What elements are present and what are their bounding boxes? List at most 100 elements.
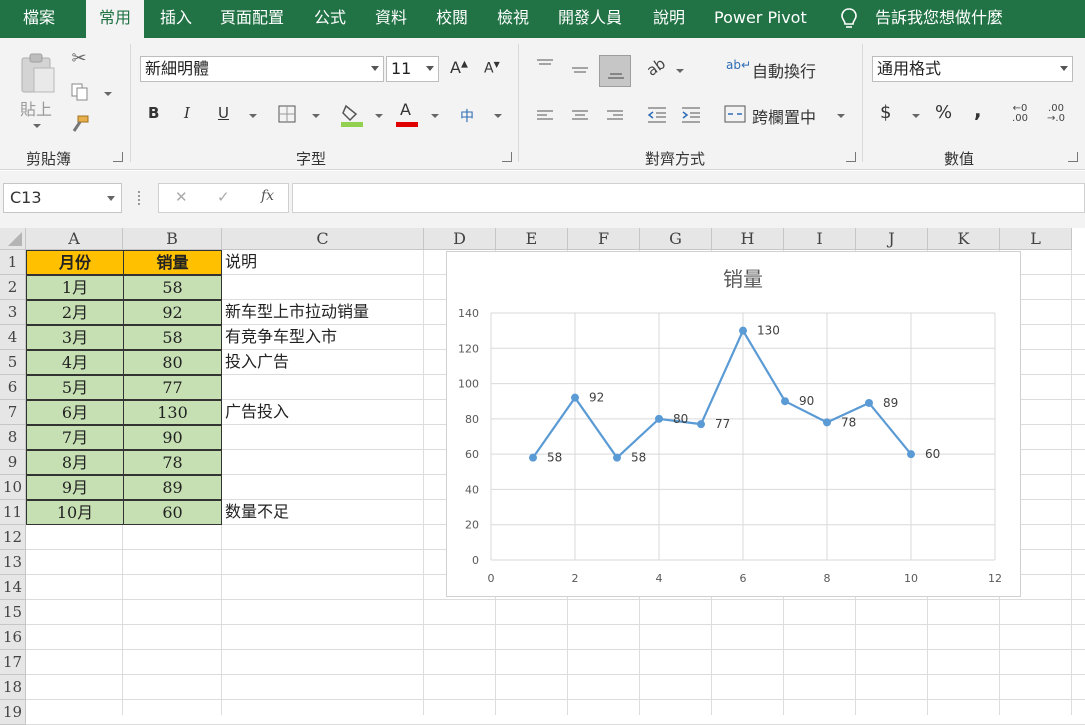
orientation-dropdown-icon[interactable] bbox=[676, 69, 684, 73]
alignment-launcher-icon[interactable] bbox=[846, 152, 856, 162]
row-header-13[interactable]: 13 bbox=[0, 550, 26, 575]
tab-insert[interactable]: 插入 bbox=[160, 0, 192, 38]
row-header-8[interactable]: 8 bbox=[0, 425, 26, 450]
cell-sales[interactable]: 58 bbox=[123, 275, 222, 300]
row-header-11[interactable]: 11 bbox=[0, 500, 26, 525]
formula-bar-splitter[interactable] bbox=[138, 191, 140, 205]
font-launcher-icon[interactable] bbox=[502, 152, 512, 162]
font-color-icon[interactable]: A bbox=[400, 100, 411, 119]
cell-month[interactable]: 7月 bbox=[26, 425, 124, 450]
enter-icon[interactable]: ✓ bbox=[217, 188, 230, 206]
row-header-5[interactable]: 5 bbox=[0, 350, 26, 375]
row-header-17[interactable]: 17 bbox=[0, 650, 26, 675]
font-name-select[interactable]: 新細明體 bbox=[140, 56, 384, 82]
lightbulb-icon[interactable] bbox=[840, 8, 858, 30]
sales-chart[interactable]: 销量 0 20 40 60 80 100 120 140 0 2 4 6 8 10 12 58 92 58 80 77 1… bbox=[446, 251, 1021, 597]
increase-decimal-icon[interactable]: ←0.00 bbox=[1010, 104, 1030, 124]
copy-dropdown-icon[interactable] bbox=[104, 92, 112, 96]
decrease-decimal-icon[interactable]: .00 →.0 bbox=[1046, 104, 1066, 124]
tab-formulas[interactable]: 公式 bbox=[314, 0, 346, 38]
fill-color-icon[interactable] bbox=[340, 102, 364, 128]
percent-button[interactable]: % bbox=[935, 102, 952, 123]
orientation-icon[interactable]: ab bbox=[642, 53, 670, 80]
cell-sales[interactable]: 90 bbox=[123, 425, 222, 450]
align-right-icon[interactable] bbox=[605, 108, 625, 124]
column-header-h[interactable]: H bbox=[712, 228, 784, 250]
tab-review[interactable]: 校閱 bbox=[436, 0, 468, 38]
column-header-c[interactable]: C bbox=[222, 228, 424, 250]
number-launcher-icon[interactable] bbox=[1068, 152, 1078, 162]
row-header-4[interactable]: 4 bbox=[0, 325, 26, 350]
tab-view[interactable]: 檢視 bbox=[497, 0, 529, 38]
row-header-10[interactable]: 10 bbox=[0, 475, 26, 500]
cell-sales[interactable]: 92 bbox=[123, 300, 222, 325]
cut-icon[interactable]: ✂ bbox=[68, 48, 90, 69]
row-header-1[interactable]: 1 bbox=[0, 250, 26, 275]
cell-month[interactable]: 2月 bbox=[26, 300, 124, 325]
align-bottom-button[interactable] bbox=[599, 55, 631, 87]
cell-sales[interactable]: 78 bbox=[123, 450, 222, 475]
column-header-d[interactable]: D bbox=[424, 228, 496, 250]
row-header-15[interactable]: 15 bbox=[0, 600, 26, 625]
currency-button[interactable]: $ bbox=[880, 102, 891, 123]
font-size-select[interactable]: 11 bbox=[386, 56, 439, 82]
row-header-18[interactable]: 18 bbox=[0, 675, 26, 700]
increase-indent-icon[interactable] bbox=[680, 106, 702, 124]
cell-sales[interactable]: 58 bbox=[123, 325, 222, 350]
tab-file[interactable]: 檔案 bbox=[23, 0, 55, 38]
column-header-f[interactable]: F bbox=[568, 228, 640, 250]
underline-button[interactable]: U bbox=[218, 104, 229, 122]
phonetic-icon[interactable]: 中 bbox=[460, 106, 474, 126]
font-color-dropdown-icon[interactable] bbox=[431, 114, 439, 118]
column-header-j[interactable]: J bbox=[856, 228, 928, 250]
cell-note[interactable]: 广告投入 bbox=[222, 400, 289, 425]
row-header-16[interactable]: 16 bbox=[0, 625, 26, 650]
column-header-b[interactable]: B bbox=[123, 228, 222, 250]
align-middle-icon[interactable] bbox=[570, 62, 590, 78]
column-header-i[interactable]: I bbox=[784, 228, 856, 250]
copy-icon[interactable] bbox=[70, 82, 90, 102]
column-header-g[interactable]: G bbox=[640, 228, 712, 250]
select-all-button[interactable] bbox=[0, 228, 26, 250]
format-painter-icon[interactable] bbox=[70, 114, 90, 134]
align-top-icon[interactable] bbox=[535, 58, 555, 74]
paste-icon[interactable] bbox=[18, 52, 58, 96]
borders-icon[interactable] bbox=[278, 105, 296, 123]
comma-button[interactable]: , bbox=[974, 98, 982, 122]
borders-dropdown-icon[interactable] bbox=[312, 114, 320, 118]
underline-dropdown-icon[interactable] bbox=[249, 114, 257, 118]
row-header-6[interactable]: 6 bbox=[0, 375, 26, 400]
column-header-e[interactable]: E bbox=[496, 228, 568, 250]
row-header-14[interactable]: 14 bbox=[0, 575, 26, 600]
tab-page-layout[interactable]: 頁面配置 bbox=[220, 0, 284, 38]
clipboard-launcher-icon[interactable] bbox=[113, 152, 123, 162]
cell-month[interactable]: 1月 bbox=[26, 275, 124, 300]
decrease-indent-icon[interactable] bbox=[646, 106, 668, 124]
cell-note[interactable]: 数量不足 bbox=[222, 500, 289, 525]
tell-me-search[interactable]: 告訴我您想做什麼 bbox=[875, 0, 1003, 38]
cancel-icon[interactable]: ✕ bbox=[175, 188, 188, 206]
wrap-text-button[interactable]: 自動換行 bbox=[752, 58, 816, 82]
bold-button[interactable]: B bbox=[148, 104, 159, 122]
tab-power-pivot[interactable]: Power Pivot bbox=[714, 0, 807, 38]
cell-note[interactable]: 新车型上市拉动销量 bbox=[222, 300, 369, 325]
column-header-a[interactable]: A bbox=[26, 228, 123, 250]
phonetic-dropdown-icon[interactable] bbox=[494, 114, 502, 118]
cell-month[interactable]: 9月 bbox=[26, 475, 124, 500]
row-header-12[interactable]: 12 bbox=[0, 525, 26, 550]
merge-center-button[interactable]: 跨欄置中 bbox=[752, 104, 816, 128]
cell-sales[interactable]: 77 bbox=[123, 375, 222, 400]
cell-sales[interactable]: 89 bbox=[123, 475, 222, 500]
row-header-9[interactable]: 9 bbox=[0, 450, 26, 475]
paste-label[interactable]: 貼上 bbox=[20, 96, 52, 120]
cell-month[interactable]: 6月 bbox=[26, 400, 124, 425]
cell-note[interactable]: 投入广告 bbox=[222, 350, 289, 375]
name-box[interactable]: C13 bbox=[3, 183, 122, 213]
header-note[interactable]: 说明 bbox=[222, 250, 424, 275]
header-sales[interactable]: 销量 bbox=[123, 250, 222, 275]
cell-month[interactable]: 5月 bbox=[26, 375, 124, 400]
italic-button[interactable]: I bbox=[184, 104, 190, 122]
number-format-select[interactable]: 通用格式 bbox=[872, 56, 1073, 82]
column-header-l[interactable]: L bbox=[1000, 228, 1072, 250]
align-left-icon[interactable] bbox=[535, 108, 555, 124]
